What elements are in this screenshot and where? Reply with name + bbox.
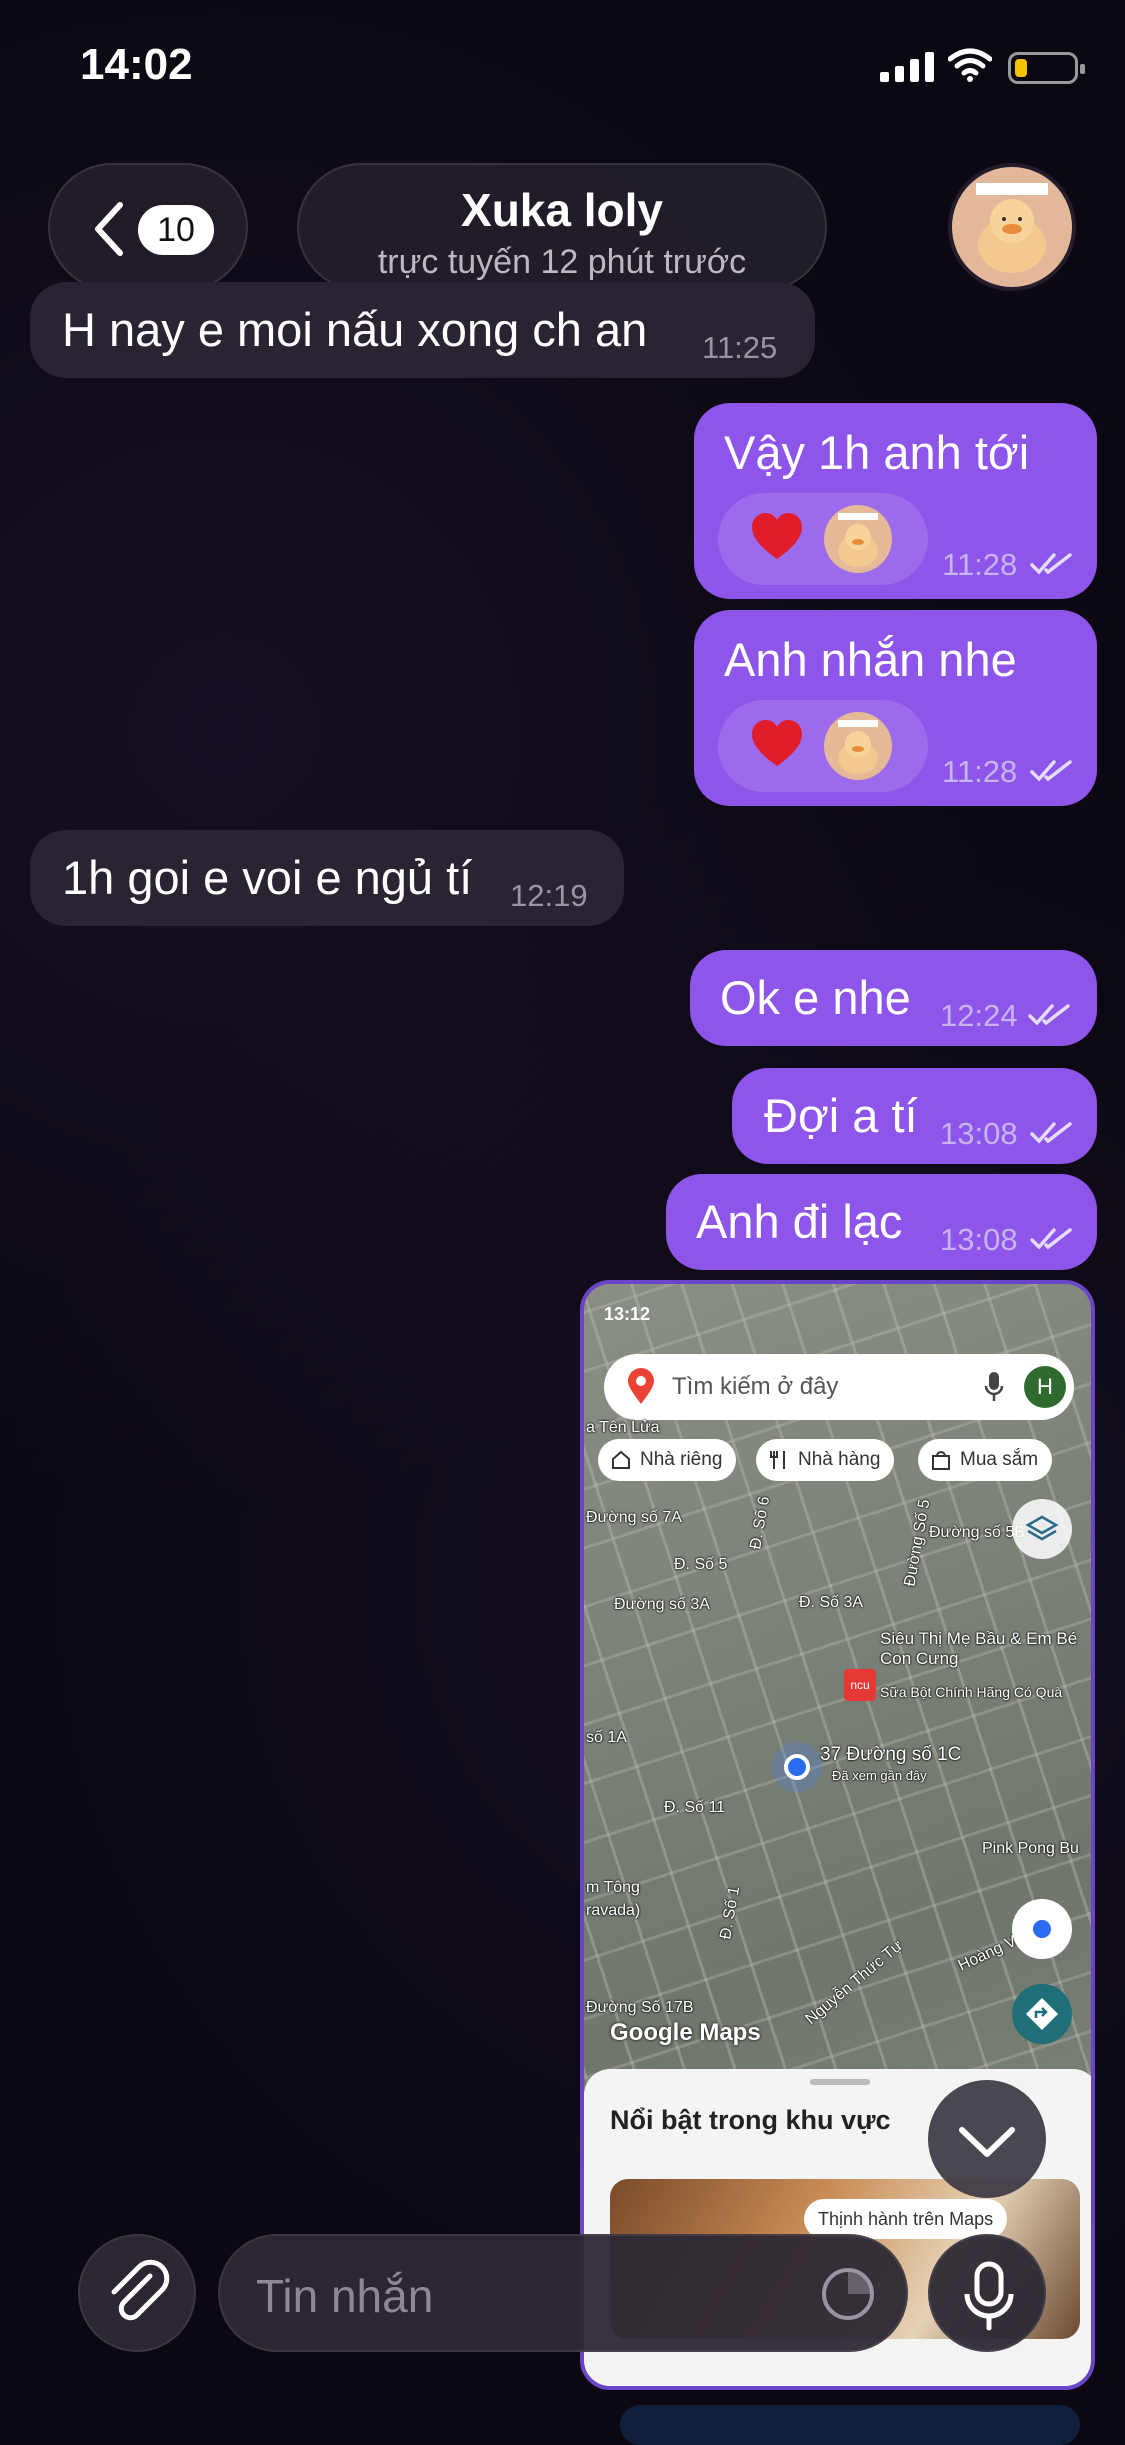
map-label: Đường Số 17B (586, 1999, 694, 2016)
map-label: Sữa Bột Chính Hãng Có Quà (880, 1684, 1063, 1700)
map-label: Đường số 7A (586, 1509, 682, 1526)
signal-icon (880, 52, 934, 82)
map-user-avatar: H (1024, 1366, 1066, 1408)
map-label: Pink Pong Bu (982, 1840, 1079, 1857)
message-text: Vậy 1h anh tới (724, 426, 1030, 479)
attach-button[interactable] (78, 2234, 196, 2352)
map-search-bar: Tìm kiếm ở đây H (604, 1354, 1074, 1420)
chevron-down-icon (959, 2127, 1015, 2157)
layers-icon (1012, 1499, 1072, 1559)
map-label: Đ. Số 11 (664, 1799, 726, 1816)
map-chip-home: Nhà riêng (598, 1439, 737, 1481)
fork-knife-icon (770, 1451, 785, 1469)
heart-icon (752, 513, 802, 559)
message-time: 11:25 (702, 330, 778, 365)
directions-icon (1012, 1984, 1072, 2044)
my-location-icon (1012, 1899, 1072, 1959)
sticker-icon[interactable] (820, 2266, 876, 2322)
read-check-icon (1030, 1122, 1072, 1144)
map-label: Đường số 5B (929, 1524, 1025, 1541)
reaction-avatar (824, 712, 892, 780)
message-text: H nay e moi nấu xong ch an (62, 303, 648, 356)
message-text: Ok e nhe (720, 971, 911, 1024)
map-label: a Tên Lửa (586, 1419, 660, 1436)
mic-icon (984, 1372, 1004, 1401)
next-message-peek (620, 2405, 1080, 2445)
reaction-avatar (824, 505, 892, 573)
message-time: 11:28 (942, 754, 1018, 789)
read-check-icon (1028, 1004, 1070, 1026)
read-check-icon (1030, 553, 1072, 575)
message-bubble-incoming[interactable]: H nay e moi nấu xong ch an 11:25 (30, 282, 815, 378)
chat-title[interactable]: Xuka loly trực tuyến 12 phút trước (297, 163, 827, 291)
google-maps-logo: Google Maps (610, 2019, 761, 2046)
map-search-placeholder: Tìm kiếm ở đây (672, 1373, 839, 1400)
map-chip-restaurants: Nhà hàng (756, 1439, 895, 1481)
message-bubble-incoming[interactable]: 1h goi e voi e ngủ tí 12:19 (30, 830, 624, 926)
map-label: Đường số 3A (614, 1596, 710, 1613)
chevron-left-icon (95, 202, 123, 256)
voice-message-button[interactable] (928, 2234, 1046, 2352)
contact-avatar[interactable] (948, 163, 1076, 291)
message-bubble-outgoing[interactable]: Anh nhắn nhe 11:28 (694, 610, 1097, 806)
message-time: 11:28 (942, 547, 1018, 582)
map-label: Đã xem gần đây (832, 1768, 927, 1783)
status-bar: 14:02 (0, 0, 1125, 130)
map-label: số 1A (586, 1729, 627, 1746)
paperclip-icon (111, 2259, 170, 2321)
message-composer: Tin nhắn (0, 2220, 1125, 2436)
contact-name: Xuka loly (461, 184, 663, 236)
map-chip-shopping: Mua sắm (918, 1439, 1053, 1481)
message-time: 13:08 (940, 1116, 1018, 1151)
map-label: ravada) (586, 1902, 641, 1919)
message-time: 13:08 (940, 1222, 1018, 1257)
message-input-placeholder: Tin nhắn (256, 2270, 434, 2322)
unread-count-badge: 10 (138, 205, 214, 255)
map-label: Siêu Thị Mẹ Bầu & Em Bé Con Cưng (880, 1629, 1078, 1668)
read-check-icon (1030, 1228, 1072, 1250)
microphone-icon (964, 2261, 1014, 2331)
status-time: 14:02 (80, 40, 193, 89)
map-label: 37 Đường số 1C (820, 1744, 962, 1765)
sheet-title: Nổi bật trong khu vực (610, 2105, 891, 2135)
message-reactions[interactable] (718, 700, 928, 792)
map-label: Đ. Số 5 (674, 1556, 728, 1573)
message-time: 12:19 (510, 878, 588, 913)
message-bubble-outgoing[interactable]: Anh đi lạc 13:08 (666, 1174, 1097, 1270)
screenshot-status-time: 13:12 (604, 1304, 651, 1324)
map-location-dot (784, 1754, 810, 1780)
duck-sticker-avatar (976, 183, 1048, 273)
message-text: 1h goi e voi e ngủ tí (62, 851, 473, 904)
maps-pin-icon (628, 1368, 654, 1404)
message-time: 12:24 (940, 998, 1018, 1033)
battery-icon (1008, 52, 1085, 84)
sheet-handle (810, 2079, 870, 2085)
map-label: m Tông (586, 1879, 640, 1896)
message-bubble-outgoing[interactable]: Ok e nhe 12:24 (690, 950, 1097, 1046)
message-text: Anh đi lạc (696, 1195, 903, 1248)
scroll-to-bottom-button[interactable] (928, 2080, 1046, 2198)
message-input[interactable]: Tin nhắn (218, 2234, 908, 2352)
shopping-bag-icon (932, 1451, 950, 1470)
message-text: Đợi a tí (764, 1089, 918, 1142)
heart-icon (752, 720, 802, 766)
wifi-icon (948, 48, 992, 82)
message-reactions[interactable] (718, 493, 928, 585)
map-label: Đ. Số 3A (799, 1594, 864, 1611)
last-seen-status: trực tuyến 12 phút trước (377, 243, 747, 281)
store-marker-icon: ncu (844, 1669, 876, 1701)
home-icon (612, 1450, 630, 1469)
back-button[interactable]: 10 (48, 163, 248, 291)
message-bubble-outgoing[interactable]: Vậy 1h anh tới 11:28 (694, 403, 1097, 599)
message-bubble-outgoing[interactable]: Đợi a tí 13:08 (732, 1068, 1097, 1164)
message-text: Anh nhắn nhe (724, 633, 1017, 686)
read-check-icon (1030, 760, 1072, 782)
